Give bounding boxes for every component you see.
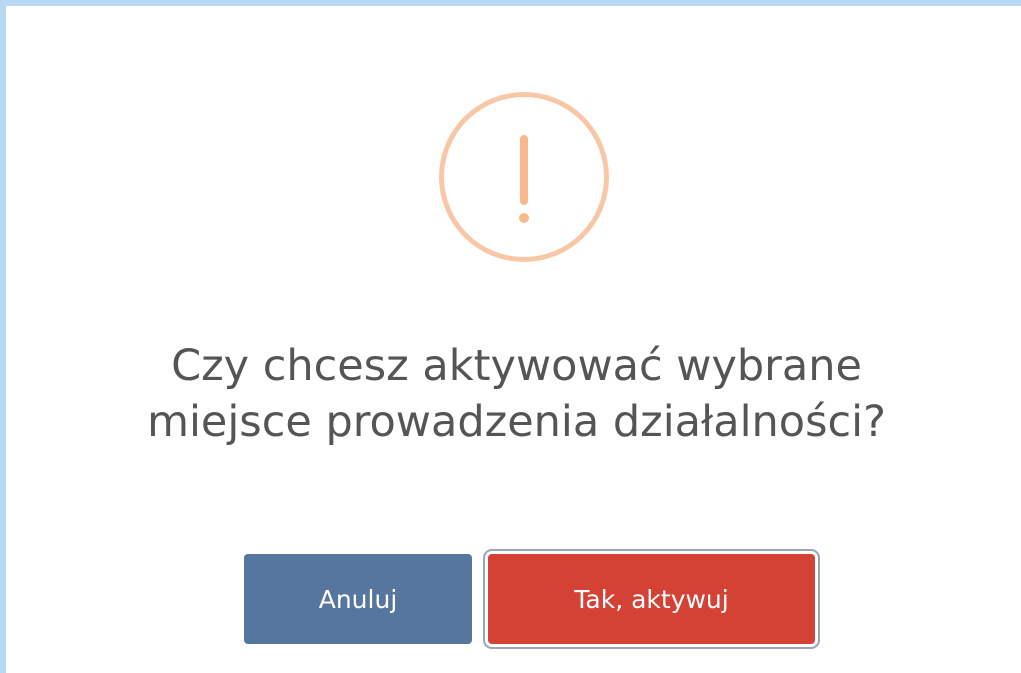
exclamation-dot (519, 213, 529, 223)
dialog-title-line-1: Czy chcesz aktywować wybrane (171, 341, 862, 391)
exclamation-warning-icon (439, 92, 609, 262)
cancel-button[interactable]: Anuluj (244, 554, 472, 644)
confirmation-dialog: Czy chcesz aktywować wybrane miejsce pro… (12, 12, 1021, 673)
modal-frame: Czy chcesz aktywować wybrane miejsce pro… (0, 0, 1021, 673)
dialog-title: Czy chcesz aktywować wybrane miejsce pro… (32, 338, 1001, 450)
dialog-title-line-2: miejsce prowadzenia działalności? (147, 397, 886, 447)
exclamation-bar (520, 135, 528, 205)
confirm-activate-button[interactable]: Tak, aktywuj (488, 554, 815, 644)
